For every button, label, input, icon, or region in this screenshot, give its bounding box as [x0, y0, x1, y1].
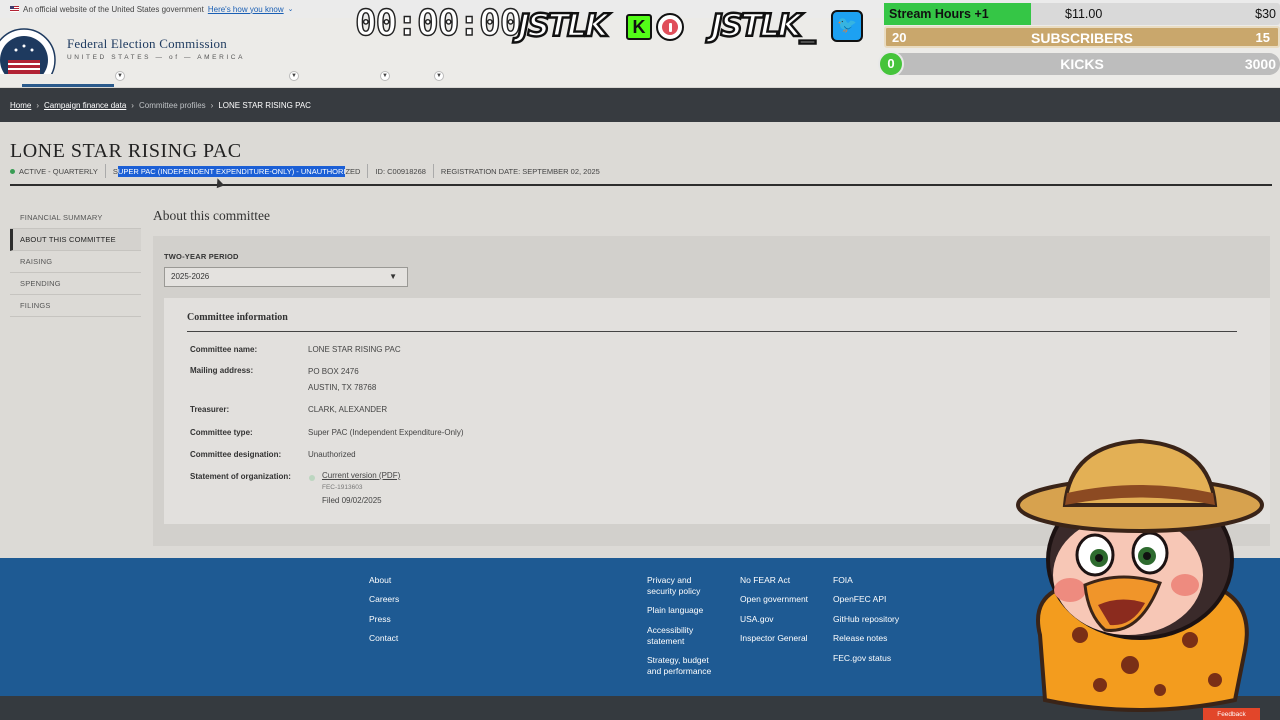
twitter-logo-icon: 🐦 [831, 10, 863, 42]
info-divider [187, 331, 1237, 332]
stream-hours-current: $11.00 [1065, 7, 1103, 21]
kicks-goal: 0 KICKS 3000 [878, 51, 1280, 77]
breadcrumb-separator: › [210, 100, 214, 110]
footer-link-openfec-api[interactable]: OpenFEC API [833, 594, 886, 605]
side-nav-spending[interactable]: SPENDING [10, 273, 141, 295]
committee-type-badge: SUPER PAC (INDEPENDENT EXPENDITURE-ONLY)… [113, 165, 361, 177]
pdf-status-icon [309, 475, 315, 481]
mailing-address-line1: PO BOX 2476 [308, 367, 359, 376]
logo-title: Federal Election Commission [67, 36, 227, 51]
meta-divider [432, 164, 434, 178]
breadcrumb-campaign-finance[interactable]: Campaign finance data [44, 101, 126, 110]
treasurer-label: Treasurer: [190, 405, 230, 414]
header-divider [10, 184, 1272, 186]
registration-date: REGISTRATION DATE: SEPTEMBER 02, 2025 [440, 166, 600, 176]
record-logo-icon [656, 13, 684, 41]
statement-pdf-link[interactable]: Current version (PDF) [322, 471, 400, 480]
footer-link-no-fear[interactable]: No FEAR Act [740, 575, 790, 586]
brand-kick-text: JSTLK [517, 7, 610, 45]
stream-hours-goal-value: $30 [1255, 7, 1276, 21]
meta-divider [367, 164, 369, 178]
footer-link-inspector-general[interactable]: Inspector General [740, 633, 808, 644]
side-nav: FINANCIAL SUMMARY ABOUT THIS COMMITTEE R… [10, 207, 141, 317]
footer-link-contact[interactable]: Contact [369, 633, 398, 644]
committee-status: ACTIVE - QUARTERLY [19, 166, 98, 176]
nav-dropdown-icon[interactable]: ▼ [434, 71, 444, 81]
period-label: TWO-YEAR PERIOD [164, 252, 239, 261]
selected-text: UPER PAC (INDEPENDENT EXPENDITURE-ONLY) … [117, 165, 346, 177]
screen: An official website of the United States… [0, 0, 1280, 720]
subscribers-target: 15 [1255, 30, 1270, 45]
footer-link-usa-gov[interactable]: USA.gov [740, 614, 774, 625]
stream-hours-goal: Stream Hours +1 $11.00 $30 [884, 3, 1280, 25]
stream-timer: 00:00:00 [354, 2, 522, 44]
breadcrumb-home[interactable]: Home [10, 101, 31, 110]
side-nav-raising[interactable]: RAISING [10, 251, 141, 273]
footer-link-accessibility[interactable]: Accessibility statement [647, 625, 727, 646]
footer-link-github[interactable]: GitHub repository [833, 614, 899, 625]
chevron-down-icon[interactable]: ⌄ [288, 5, 294, 13]
period-select[interactable]: 2025-2026 ▼ [164, 267, 408, 287]
kicks-target: 3000 [1244, 56, 1276, 72]
footer-link-status[interactable]: FEC.gov status [833, 653, 891, 664]
footer-link-press[interactable]: Press [369, 614, 391, 625]
committee-type-label: Committee type: [190, 428, 253, 437]
site-logo[interactable]: Federal Election Commission UNITED STATE… [67, 36, 245, 61]
stream-hours-label: Stream Hours +1 [889, 7, 989, 21]
chevron-down-icon: ▼ [389, 272, 397, 281]
kicks-label: KICKS [1060, 56, 1104, 72]
mailing-address-label: Mailing address: [190, 366, 254, 375]
page-title: LONE STAR RISING PAC [10, 140, 242, 162]
mouse-cursor-icon [213, 176, 225, 189]
breadcrumb-committee-profiles[interactable]: Committee profiles [139, 101, 206, 110]
statement-filed-date: Filed 09/02/2025 [322, 496, 382, 505]
gov-banner-link[interactable]: Here's how you know [208, 5, 284, 14]
nav-dropdown-icon[interactable]: ▼ [289, 71, 299, 81]
treasurer-value: CLARK, ALEXANDER [308, 405, 388, 414]
gov-banner-text: An official website of the United States… [23, 4, 204, 14]
penguin-mascot-icon [1010, 435, 1272, 715]
side-nav-filings[interactable]: FILINGS [10, 295, 141, 317]
info-title: Committee information [187, 312, 288, 323]
breadcrumb-current: LONE STAR RISING PAC [218, 100, 311, 110]
committee-type-value: Super PAC (Independent Expenditure-Only) [308, 428, 464, 437]
committee-id: ID: C00918268 [375, 166, 426, 176]
nav-dropdown-icon[interactable]: ▼ [380, 71, 390, 81]
side-nav-financial-summary[interactable]: FINANCIAL SUMMARY [10, 207, 141, 229]
committee-name-value: LONE STAR RISING PAC [308, 345, 401, 354]
footer-link-privacy[interactable]: Privacy and security policy [647, 575, 727, 596]
committee-name-label: Committee name: [190, 345, 258, 354]
status-dot-icon [10, 168, 15, 174]
footer-link-release-notes[interactable]: Release notes [833, 633, 887, 644]
committee-type-suffix: ZED [345, 166, 361, 176]
breadcrumb: Home › Campaign finance data › Committee… [0, 88, 1280, 122]
statement-fec-id: FEC-1913603 [322, 484, 363, 491]
footer-link-foia[interactable]: FOIA [833, 575, 853, 586]
committee-meta: ACTIVE - QUARTERLY SUPER PAC (INDEPENDEN… [10, 164, 600, 178]
nav-dropdown-icon[interactable]: ▼ [115, 71, 125, 81]
footer-link-open-government[interactable]: Open government [740, 594, 808, 605]
fec-seal-icon[interactable] [0, 26, 60, 74]
subscribers-label: SUBSCRIBERS [1031, 30, 1133, 46]
subscribers-goal: 20 SUBSCRIBERS 15 [884, 26, 1280, 48]
designation-value: Unauthorized [308, 450, 356, 459]
brand-twitter-text: JSTLK_ [710, 7, 817, 45]
us-flag-icon [10, 6, 19, 12]
kick-logo-icon: K [626, 14, 652, 40]
mailing-address-line2: AUSTIN, TX 78768 [308, 383, 377, 392]
footer-link-careers[interactable]: Careers [369, 594, 399, 605]
meta-divider [104, 164, 106, 178]
breadcrumb-separator: › [36, 100, 40, 110]
side-nav-about[interactable]: ABOUT THIS COMMITTEE [10, 229, 141, 251]
designation-label: Committee designation: [190, 450, 282, 459]
footer-link-plain-language[interactable]: Plain language [647, 605, 703, 616]
breadcrumb-separator: › [131, 100, 134, 110]
statement-label: Statement of organization: [190, 472, 291, 481]
period-value: 2025-2026 [171, 272, 210, 281]
logo-subtitle: UNITED STATES — of — AMERICA [67, 54, 246, 61]
nav-active-indicator [22, 84, 114, 87]
footer-link-about[interactable]: About [369, 575, 391, 586]
footer-link-strategy[interactable]: Strategy, budget and performance [647, 655, 737, 676]
section-title: About this committee [153, 208, 270, 223]
